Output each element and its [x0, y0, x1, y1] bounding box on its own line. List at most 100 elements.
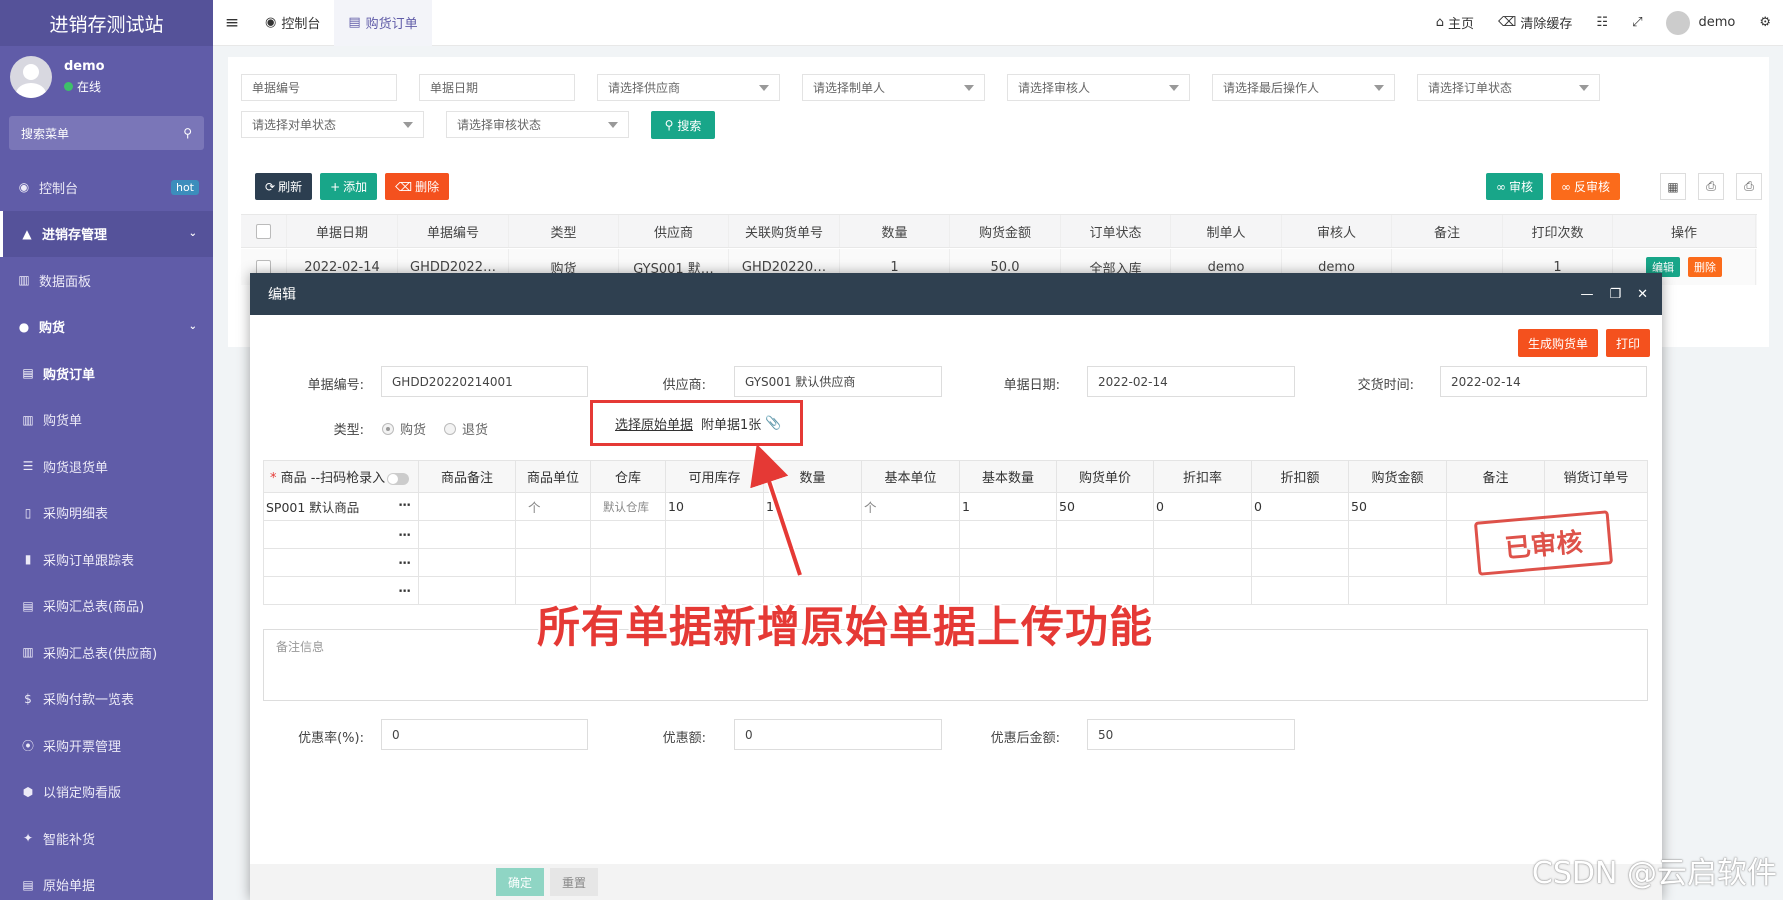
- scan-toggle[interactable]: [387, 472, 410, 485]
- search-button[interactable]: ⚲ 搜索: [651, 111, 715, 139]
- sidebar-item-sales-board[interactable]: ⬢ 以销定购看版: [0, 769, 213, 816]
- trash-icon: ⌫: [1498, 15, 1517, 30]
- minimize-icon[interactable]: —: [1580, 287, 1593, 302]
- dialog-title: 编辑: [268, 287, 296, 303]
- reset-button[interactable]: 重置: [550, 868, 598, 896]
- sidebar-item-dashboard[interactable]: ◉ 控制台 hot: [0, 164, 213, 211]
- dollar-icon: $: [24, 691, 32, 706]
- row-delete-button[interactable]: 删除: [1688, 257, 1722, 277]
- supplier-select[interactable]: 请选择供应商: [597, 74, 780, 101]
- discount-amount-input[interactable]: 0: [734, 719, 942, 750]
- doc-date-filter[interactable]: 单据日期: [419, 74, 575, 101]
- more-icon[interactable]: ⋯: [399, 527, 413, 542]
- add-button[interactable]: + 添加: [320, 173, 378, 200]
- tab-dashboard[interactable]: ◉ 控制台: [251, 0, 334, 46]
- more-icon[interactable]: ⋯: [399, 583, 413, 598]
- sidebar-item-purchase-detail[interactable]: ▯ 采购明细表: [0, 490, 213, 537]
- print-icon[interactable]: ⎙: [1736, 173, 1763, 200]
- home-icon: ⌂: [1435, 15, 1444, 30]
- goods-table: * 商品 --扫码枪录入 商品备注 商品单位 仓库 可用库存 数量 基本单位 基…: [263, 460, 1648, 605]
- area-chart-icon: ▥: [22, 645, 34, 660]
- sidebar-item-summary-supplier[interactable]: ▥ 采购汇总表(供应商): [0, 629, 213, 676]
- creator-select[interactable]: 请选择制单人: [802, 74, 985, 101]
- match-status-select[interactable]: 请选择对单状态: [241, 111, 424, 138]
- delete-button[interactable]: ⌫ 删除: [385, 173, 450, 200]
- search-icon[interactable]: ⚲: [183, 126, 192, 140]
- paperclip-icon[interactable]: 📎: [765, 416, 781, 431]
- order-status-select[interactable]: 请选择订单状态: [1417, 74, 1600, 101]
- close-icon[interactable]: ✕: [1637, 287, 1648, 302]
- attachment-count: 附单据1张: [701, 417, 762, 433]
- audit-button[interactable]: ∞ 审核: [1486, 173, 1544, 200]
- select-all-checkbox[interactable]: [256, 223, 271, 239]
- trash-icon: ⌫: [395, 179, 413, 194]
- sidebar-item-purchase-bill[interactable]: ▥ 购货单: [0, 397, 213, 444]
- sidebar-item-smart-restock[interactable]: ✦ 智能补货: [0, 815, 213, 862]
- caret-down-icon: [1579, 85, 1589, 91]
- discount-rate-input[interactable]: 0: [381, 719, 588, 750]
- menu-toggle-icon[interactable]: ≡: [213, 13, 251, 33]
- generate-purchase-button[interactable]: 生成购货单: [1517, 329, 1598, 357]
- dialog-footer: 确定 重置: [250, 864, 1662, 900]
- discount-amount-label: 优惠额:: [662, 731, 706, 746]
- table-row[interactable]: ⋯: [263, 548, 1648, 577]
- more-icon[interactable]: ⋯: [399, 497, 413, 512]
- sidebar-item-order-tracking[interactable]: ▮ 采购订单跟踪表: [0, 536, 213, 583]
- table-row[interactable]: SP001 默认商品 ⋯ 个 默认仓库 10 1 个 1 50 0 0 50: [263, 492, 1648, 521]
- more-icon[interactable]: ⋯: [399, 555, 413, 570]
- supplier-label: 供应商:: [662, 378, 706, 393]
- topbar: ≡ ◉ 控制台 ▤ 购货订单 ⌂ 主页 ⌫ 清除缓存 ☷ ⤢ demo ⚙: [213, 0, 1783, 46]
- refresh-icon: ⟳: [265, 179, 276, 194]
- sidebar-item-original-docs[interactable]: ▤ 原始单据: [0, 862, 213, 900]
- avatar: [1666, 10, 1691, 35]
- unaudit-button[interactable]: ∞ 反审核: [1551, 173, 1621, 200]
- doc-no-filter[interactable]: 单据编号: [241, 74, 397, 101]
- sidebar-item-data-panel[interactable]: ▥ 数据面板: [0, 257, 213, 304]
- type-purchase-radio[interactable]: [382, 422, 394, 435]
- sidebar-item-summary-goods[interactable]: ▤ 采购汇总表(商品): [0, 583, 213, 630]
- user-status: 在线: [77, 80, 102, 94]
- user-menu[interactable]: demo: [1654, 10, 1747, 35]
- doc-date-input[interactable]: 2022-02-14: [1087, 366, 1295, 397]
- unlink-icon: ∞: [1561, 179, 1572, 194]
- grid-toolbar-right: ∞ 审核 ∞ 反审核 ▦ ⎙ ⎙: [1486, 173, 1763, 200]
- auditor-select[interactable]: 请选择审核人: [1007, 74, 1190, 101]
- caret-down-icon: [1169, 85, 1179, 91]
- sidebar-item-inventory[interactable]: ▲ 进销存管理 ⌄: [0, 210, 213, 257]
- export-icon[interactable]: ⎙: [1698, 173, 1725, 200]
- sidebar-item-invoice[interactable]: ⦿ 采购开票管理: [0, 722, 213, 769]
- area-chart-icon: ▥: [18, 273, 30, 288]
- print-button[interactable]: 打印: [1605, 329, 1650, 357]
- settings-icon[interactable]: ⚙: [1747, 15, 1783, 30]
- fullscreen-icon[interactable]: ⤢: [1620, 15, 1654, 30]
- language-icon[interactable]: ☷: [1584, 15, 1620, 30]
- doc-no-input[interactable]: GHDD20220214001: [381, 366, 588, 397]
- delivery-input[interactable]: 2022-02-14: [1440, 366, 1647, 397]
- maximize-icon[interactable]: ❐: [1609, 287, 1621, 302]
- tab-purchase-order[interactable]: ▤ 购货订单: [334, 0, 432, 46]
- clear-cache-link[interactable]: ⌫ 清除缓存: [1486, 13, 1584, 32]
- table-row[interactable]: ⋯: [263, 520, 1648, 549]
- home-link[interactable]: ⌂ 主页: [1424, 13, 1486, 32]
- sidebar-item-purchase[interactable]: ● 购货 ⌄: [0, 304, 213, 351]
- after-discount-input[interactable]: 50: [1087, 719, 1295, 750]
- sidebar: 进销存测试站 demo 在线 搜索菜单 ⚲ ◉ 控制台 hot ▲ 进销存管理 ⌄ ▥ 数据…: [0, 0, 213, 900]
- menu-search-input[interactable]: 搜索菜单 ⚲: [9, 116, 204, 150]
- sidebar-item-payment-list[interactable]: $ 采购付款一览表: [0, 676, 213, 723]
- supplier-input[interactable]: GYS001 默认供应商: [734, 366, 942, 397]
- sidebar-item-purchase-return[interactable]: ☰ 购货退货单: [0, 443, 213, 490]
- select-original-doc-link[interactable]: 选择原始单据: [615, 414, 693, 433]
- confirm-button[interactable]: 确定: [496, 868, 544, 896]
- audit-status-select[interactable]: 请选择审核状态: [446, 111, 629, 138]
- hot-badge: hot: [170, 179, 199, 195]
- doc-no-label: 单据编号:: [307, 378, 364, 393]
- type-label: 类型:: [333, 423, 364, 438]
- after-discount-label: 优惠后金额:: [990, 731, 1060, 746]
- last-operator-select[interactable]: 请选择最后操作人: [1212, 74, 1395, 101]
- area-chart-icon: ▥: [22, 412, 34, 427]
- refresh-button[interactable]: ⟳ 刷新: [255, 173, 313, 200]
- type-return-radio[interactable]: [444, 422, 457, 435]
- columns-icon[interactable]: ▦: [1660, 173, 1687, 200]
- grid-toolbar: ⟳ 刷新 + 添加 ⌫ 删除: [255, 173, 450, 200]
- sidebar-item-purchase-order[interactable]: ▤ 购货订单: [0, 350, 213, 397]
